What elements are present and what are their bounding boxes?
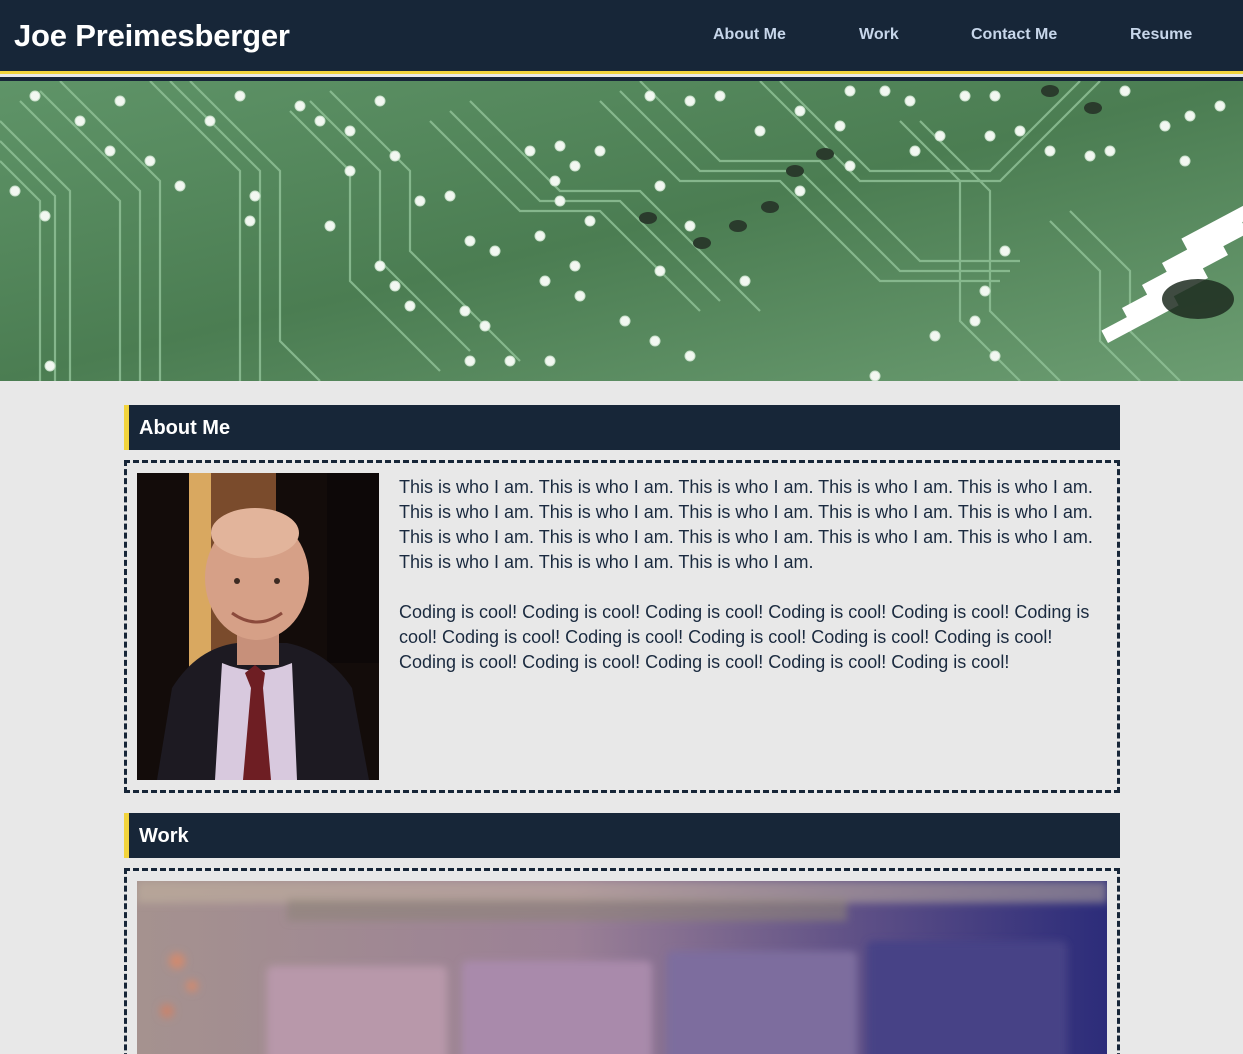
nav-link-work[interactable]: Work: [859, 26, 899, 44]
work-heading: Work: [139, 825, 189, 847]
about-me-paragraph: This is who I am. This is who I am. This…: [399, 477, 1093, 572]
about-me-box: This is who I am. This is who I am. This…: [124, 460, 1120, 793]
about-me-text: This is who I am. This is who I am. This…: [399, 475, 1109, 700]
work-heading-bar: Work: [124, 813, 1120, 858]
about-me-paragraph: Coding is cool! Coding is cool! Coding i…: [399, 602, 1090, 672]
site-header: Joe Preimesberger About Me Work Contact …: [0, 0, 1243, 74]
nav-link-about-me[interactable]: About Me: [713, 26, 786, 44]
hero-circuit-board-image: [0, 81, 1243, 381]
site-title: Joe Preimesberger: [14, 18, 290, 53]
profile-photo: [137, 473, 379, 780]
about-me-heading-bar: About Me: [124, 405, 1120, 450]
nav-link-contact-me[interactable]: Contact Me: [971, 26, 1057, 44]
work-box: [124, 868, 1120, 1054]
nav-link-resume[interactable]: Resume: [1130, 26, 1192, 44]
work-project-image[interactable]: [137, 881, 1107, 1054]
about-me-heading: About Me: [139, 417, 231, 439]
